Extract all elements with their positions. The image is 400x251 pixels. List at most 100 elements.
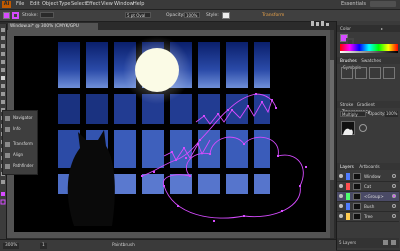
brush-preview-1[interactable] <box>341 67 353 79</box>
style-swatch[interactable] <box>222 12 230 19</box>
panel-transform[interactable]: Transform <box>5 139 35 148</box>
bush-anchor-points <box>141 93 307 222</box>
mask-button[interactable] <box>359 124 367 132</box>
transform-link[interactable]: Transform <box>262 12 284 19</box>
layer-name[interactable]: Bush <box>364 202 374 211</box>
collapsed-panel-group: Navigator Info Transform Align Pathfinde… <box>2 110 38 175</box>
fill-swatch[interactable] <box>3 12 10 19</box>
menu-type[interactable]: Type <box>59 1 70 8</box>
new-layer-icon[interactable] <box>383 240 388 245</box>
visibility-eye-icon[interactable] <box>339 184 343 188</box>
tab-swatches[interactable]: Swatches <box>361 58 381 63</box>
layer-row-bush[interactable]: Bush <box>337 202 399 212</box>
color-spectrum-ramp[interactable] <box>340 44 398 51</box>
paintbrush-tool-icon <box>1 76 5 80</box>
layer-thumbnail <box>353 173 361 180</box>
menu-help[interactable]: Help <box>133 1 144 8</box>
tab-brushes[interactable]: Brushes <box>340 58 357 63</box>
layer-row-window[interactable]: Window <box>337 172 399 182</box>
layer-name[interactable]: Window <box>364 172 381 181</box>
layer-name[interactable]: Tree <box>364 212 373 221</box>
tab-gradient[interactable]: Gradient <box>357 102 375 107</box>
menu-file[interactable]: File <box>16 1 24 8</box>
style-label: Style: <box>206 13 219 18</box>
layer-color-chip <box>346 173 350 180</box>
layer-color-chip <box>346 193 350 200</box>
direct-selection-tool-icon <box>1 36 5 40</box>
menu-select[interactable]: Select <box>71 1 86 8</box>
workspace-switcher[interactable]: Essentials <box>341 1 366 8</box>
blend-mode-select[interactable]: Multiply <box>340 111 366 117</box>
brush-preview-2[interactable] <box>355 67 367 79</box>
opacity-field[interactable]: 100% <box>184 12 200 18</box>
brush-select[interactable]: 5 pt Oval <box>125 12 151 18</box>
panel-pathfinder[interactable]: Pathfinder <box>5 161 35 170</box>
line-tool-icon <box>1 60 5 64</box>
moon <box>135 48 179 92</box>
layer-color-chip <box>346 183 350 190</box>
type-tool-icon <box>1 52 5 56</box>
panel-align[interactable]: Align <box>5 150 35 159</box>
transparency-panel-header: Stroke Gradient Transparency <box>337 101 400 114</box>
artboard-number-field[interactable]: 1 <box>40 243 47 249</box>
target-circle-icon[interactable] <box>392 194 396 198</box>
visibility-eye-icon[interactable] <box>339 174 343 178</box>
artboard[interactable] <box>14 36 326 232</box>
layer-thumbnail <box>353 203 361 210</box>
tab-stroke[interactable]: Stroke <box>340 102 353 107</box>
transparency-thumbnail[interactable] <box>341 121 355 135</box>
target-circle-icon[interactable] <box>392 174 396 178</box>
menu-object[interactable]: Object <box>42 1 58 8</box>
menu-window[interactable]: Window <box>114 1 134 8</box>
brush-preview-4[interactable] <box>383 67 395 79</box>
rotate-tool-icon <box>1 92 5 96</box>
visibility-eye-icon[interactable] <box>339 214 343 218</box>
layer-name[interactable]: Cat <box>364 182 371 191</box>
layer-color-chip <box>346 213 350 220</box>
menu-edit[interactable]: Edit <box>30 1 40 8</box>
menu-view[interactable]: View <box>101 1 113 8</box>
rectangle-tool-icon <box>1 68 5 72</box>
opacity-label: Opacity: <box>166 13 185 18</box>
panel-info[interactable]: Info <box>5 124 35 133</box>
status-bar: 300% 1 Paintbrush <box>0 239 336 251</box>
panel-navigator[interactable]: Navigator <box>5 113 35 122</box>
greyscale-ramp[interactable] <box>340 51 398 53</box>
visibility-eye-icon[interactable] <box>339 194 343 198</box>
delete-layer-icon[interactable] <box>391 240 396 245</box>
target-circle-icon[interactable] <box>392 204 396 208</box>
layer-name[interactable]: <Group> <box>364 192 384 201</box>
stroke-label: Stroke: <box>22 13 38 18</box>
app-logo: Ai <box>2 1 11 8</box>
layers-count: 5 Layers <box>339 240 357 245</box>
brushes-panel-header: Brushes Swatches Symbols <box>337 57 400 70</box>
stroke-swatch[interactable] <box>12 12 19 19</box>
target-circle-icon[interactable] <box>392 214 396 218</box>
tab-layers[interactable]: Layers <box>340 164 354 169</box>
tab-artboards[interactable]: Artboards <box>359 164 380 169</box>
brush-preview-3[interactable] <box>369 67 381 79</box>
vertical-scrollbar-thumb[interactable] <box>330 60 334 180</box>
selection-tool-icon <box>1 28 5 32</box>
zoom-tool-icon <box>1 180 5 184</box>
artwork-canvas[interactable] <box>14 36 326 232</box>
transparency-opacity-field[interactable]: 100% <box>385 111 399 117</box>
search-input[interactable] <box>370 1 396 7</box>
layers-footer: 5 Layers <box>337 238 399 248</box>
fill-color-icon <box>1 192 5 196</box>
transform-icon <box>5 141 10 147</box>
zoom-field[interactable]: 300% <box>3 243 20 249</box>
visibility-eye-icon[interactable] <box>339 204 343 208</box>
color-panel-header[interactable]: Color <box>337 25 400 32</box>
target-circle-icon[interactable] <box>392 184 396 188</box>
stroke-weight-field[interactable] <box>40 12 54 18</box>
transparency-opacity-label: Opacity: <box>369 111 386 116</box>
layer-row-tree[interactable]: Tree <box>337 212 399 222</box>
pencil-tool-icon <box>1 84 5 88</box>
tab-color-guide[interactable]: ▸ <box>381 25 383 32</box>
menu-effect[interactable]: Effect <box>86 1 100 8</box>
layer-row-group[interactable]: <Group> <box>337 192 399 202</box>
align-icons[interactable] <box>310 12 330 26</box>
document-tab[interactable]: Window.ai* @ 300% (CMYK/GPU Preview) <box>8 23 98 36</box>
layer-row-cat[interactable]: Cat <box>337 182 399 192</box>
